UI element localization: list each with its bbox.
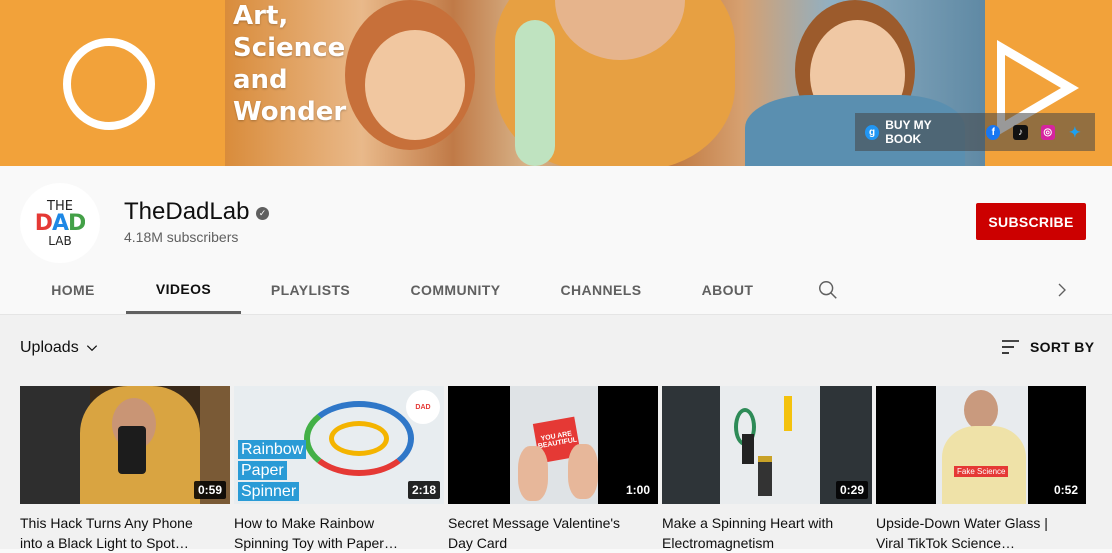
video-thumbnail[interactable]: DAD Rainbow Paper Spinner 2:18: [234, 386, 444, 504]
play-icon-inner: [1005, 55, 1061, 121]
buy-book-link[interactable]: BUY MY BOOK: [885, 118, 966, 146]
thumbnail-overlay-text: Rainbow Paper Spinner: [238, 440, 307, 501]
sort-icon: [1002, 340, 1019, 354]
uploads-label: Uploads: [20, 339, 79, 356]
avatar-text-bottom: LAB: [48, 233, 72, 248]
sort-button[interactable]: SORT BY: [1000, 338, 1094, 356]
channel-name: TheDadLab: [124, 198, 250, 225]
video-card[interactable]: 0:59 This Hack Turns Any Phone into a Bl…: [20, 386, 230, 553]
channel-logo-icon: DAD: [406, 390, 440, 424]
video-card[interactable]: Fake Science 0:52 Upside-Down Water Glas…: [876, 386, 1086, 553]
video-card[interactable]: YOU ARE BEAUTIFUL 1:00 Secret Message Va…: [448, 386, 658, 553]
tagline-line: and: [233, 65, 288, 95]
tiktok-icon[interactable]: ♪: [1013, 124, 1028, 140]
facebook-icon[interactable]: f: [986, 124, 1001, 140]
tagline-line: Wonder: [233, 97, 347, 127]
tab-about[interactable]: ABOUT: [671, 266, 784, 314]
banner-tagline: Art, Science and Wonder: [233, 0, 346, 128]
video-duration: 0:59: [193, 481, 226, 499]
video-thumbnail[interactable]: 0:59: [20, 386, 230, 504]
video-title[interactable]: Secret Message Valentine's Day Card: [448, 513, 658, 553]
channel-avatar[interactable]: THE DAD LAB: [20, 183, 100, 263]
subscriber-count: 4.18M subscribers: [124, 229, 239, 245]
video-thumbnail[interactable]: Fake Science 0:52: [876, 386, 1086, 504]
avatar-text-mid: DAD: [34, 210, 87, 236]
video-card[interactable]: 0:29 Make a Spinning Heart with Electrom…: [662, 386, 872, 553]
circle-decoration: [63, 38, 155, 130]
tab-playlists[interactable]: PLAYLISTS: [241, 266, 380, 314]
video-title[interactable]: This Hack Turns Any Phone into a Black L…: [20, 513, 230, 553]
book-link-icon[interactable]: g: [865, 124, 880, 140]
tagline-line: Art,: [233, 1, 289, 31]
search-icon[interactable]: [817, 279, 839, 301]
tab-community[interactable]: COMMUNITY: [380, 266, 531, 314]
video-duration: 1:00: [621, 481, 654, 499]
video-title[interactable]: Upside-Down Water Glass | Viral TikTok S…: [876, 513, 1086, 553]
video-duration: 0:52: [1049, 481, 1082, 499]
video-thumbnail[interactable]: YOU ARE BEAUTIFUL 1:00: [448, 386, 658, 504]
video-title[interactable]: Make a Spinning Heart with Electromagnet…: [662, 513, 872, 553]
tab-videos[interactable]: VIDEOS: [126, 266, 241, 314]
thumbnail-label: Fake Science: [954, 466, 1009, 477]
video-card[interactable]: DAD Rainbow Paper Spinner 2:18 How to Ma…: [234, 386, 444, 553]
twitter-icon[interactable]: ✦: [1068, 124, 1082, 140]
tab-home[interactable]: HOME: [20, 266, 126, 314]
video-duration: 0:29: [835, 481, 868, 499]
video-thumbnail[interactable]: 0:29: [662, 386, 872, 504]
instagram-icon[interactable]: ◎: [1040, 124, 1055, 140]
uploads-dropdown[interactable]: Uploads: [20, 339, 99, 357]
channel-banner: Art, Science and Wonder g BUY MY BOOK f …: [0, 0, 1112, 166]
chevron-down-icon: [86, 345, 97, 352]
video-duration: 2:18: [407, 481, 440, 499]
chevron-right-icon[interactable]: [1053, 281, 1071, 299]
sort-label: SORT BY: [1030, 339, 1095, 355]
tagline-line: Science: [233, 33, 346, 63]
tab-channels[interactable]: CHANNELS: [531, 266, 671, 314]
banner-links: g BUY MY BOOK f ♪ ◎ ✦: [855, 113, 1095, 151]
subscribe-button[interactable]: SUBSCRIBE: [976, 203, 1086, 240]
video-title[interactable]: How to Make Rainbow Spinning Toy with Pa…: [234, 513, 444, 553]
channel-tabs: HOME VIDEOS PLAYLISTS COMMUNITY CHANNELS…: [0, 266, 1112, 314]
verified-icon: ✓: [256, 207, 269, 220]
